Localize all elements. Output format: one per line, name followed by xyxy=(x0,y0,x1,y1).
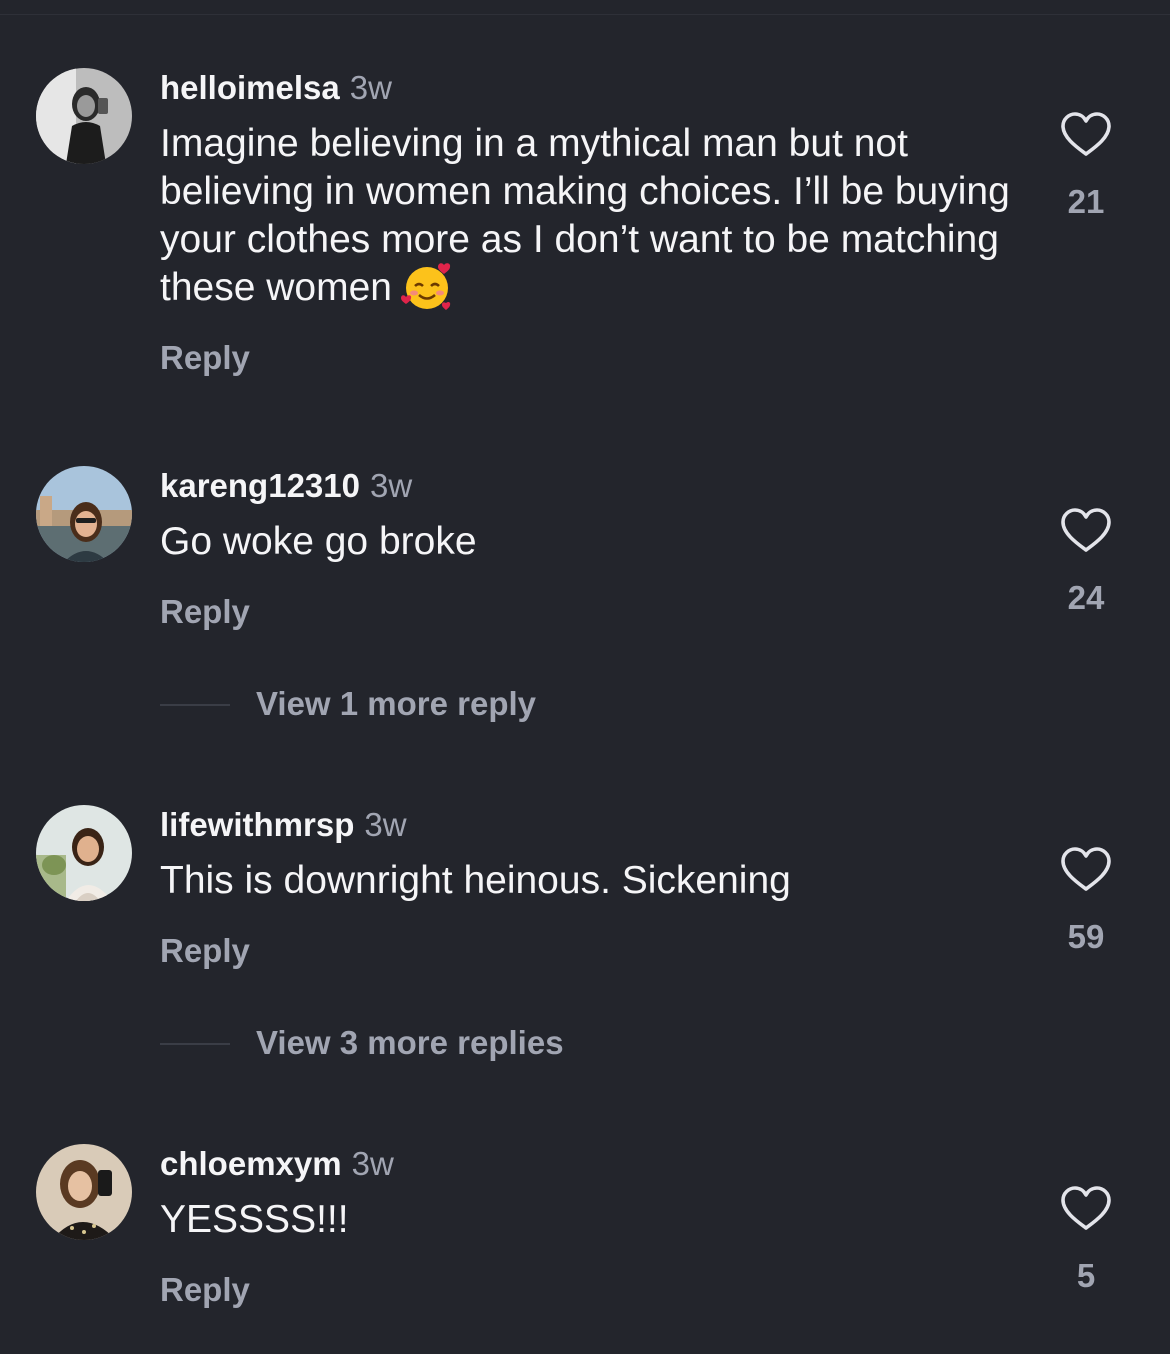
like-count: 5 xyxy=(1076,1257,1096,1294)
comment-header: helloimelsa 3w xyxy=(160,68,392,108)
comment-text: Imagine believing in a mythical man but … xyxy=(160,120,1040,313)
comment-time: 3w xyxy=(351,1145,394,1182)
comment-time: 3w xyxy=(369,467,413,504)
comment-header: lifewithmrsp 3w xyxy=(160,805,407,845)
comment-text: Go woke go broke xyxy=(160,520,477,563)
heart-icon xyxy=(1061,847,1111,891)
top-divider xyxy=(0,14,1170,15)
comment-text: YESSSS!!! xyxy=(160,1198,349,1241)
view-more-replies-label[interactable]: View 3 more replies xyxy=(256,1023,564,1063)
avatar[interactable] xyxy=(36,466,132,562)
comment-header: chloemxym 3w xyxy=(160,1144,394,1184)
avatar-image xyxy=(36,68,132,164)
like-count: 21 xyxy=(1067,183,1105,220)
like-button[interactable] xyxy=(1058,845,1114,895)
avatar[interactable] xyxy=(36,1144,132,1240)
reply-thread-line xyxy=(160,704,230,706)
like-button[interactable] xyxy=(1058,506,1114,556)
username[interactable]: kareng12310 xyxy=(160,467,360,504)
reply-button[interactable]: Reply xyxy=(160,931,250,971)
smiling-face-with-hearts-icon xyxy=(400,262,451,310)
comment-text: This is downright heinous. Sickening xyxy=(160,859,791,902)
reply-button[interactable]: Reply xyxy=(160,592,250,632)
username[interactable]: chloemxym xyxy=(160,1145,342,1182)
avatar-image xyxy=(36,466,132,562)
username[interactable]: lifewithmrsp xyxy=(160,806,354,843)
avatar[interactable] xyxy=(36,68,132,164)
like-button[interactable] xyxy=(1058,1184,1114,1234)
like-count: 24 xyxy=(1067,579,1105,616)
like-count: 59 xyxy=(1067,918,1105,955)
view-more-replies-label[interactable]: View 1 more reply xyxy=(256,684,536,724)
reply-button[interactable]: Reply xyxy=(160,1270,250,1310)
heart-icon xyxy=(1061,508,1111,552)
comment-time: 3w xyxy=(349,69,392,106)
comment-text-content: Imagine believing in a mythical man but … xyxy=(160,122,1010,309)
avatar-image xyxy=(36,1144,132,1240)
heart-icon xyxy=(1061,112,1111,156)
reply-button[interactable]: Reply xyxy=(160,338,250,378)
username[interactable]: helloimelsa xyxy=(160,69,340,106)
comment-time: 3w xyxy=(364,806,407,843)
avatar-image xyxy=(36,805,132,901)
heart-icon xyxy=(1061,1186,1111,1230)
comment-header: kareng12310 3w xyxy=(160,466,412,506)
like-button[interactable] xyxy=(1058,110,1114,160)
avatar[interactable] xyxy=(36,805,132,901)
reply-thread-line xyxy=(160,1043,230,1045)
